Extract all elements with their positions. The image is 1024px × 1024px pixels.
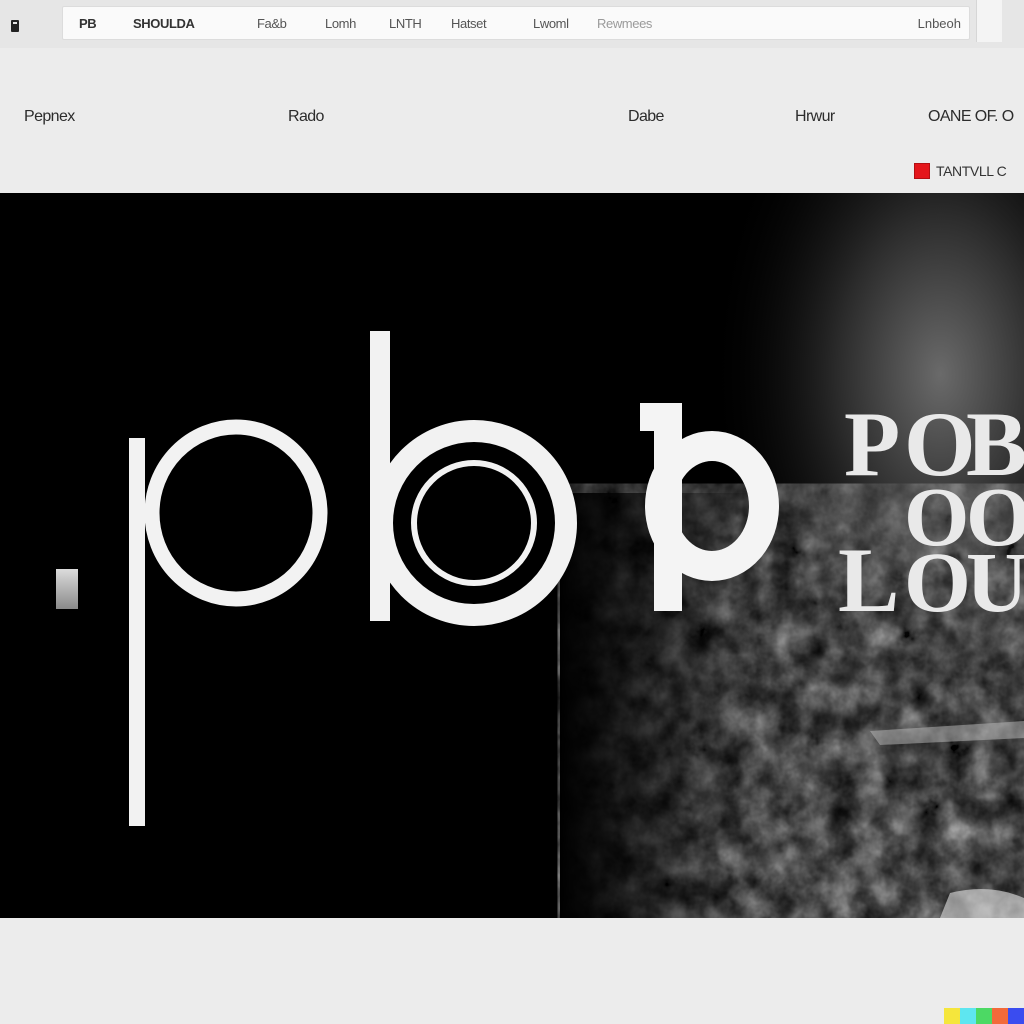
logo-letter-b <box>370 331 577 626</box>
color-swatch <box>1008 1008 1024 1024</box>
sign-in-link[interactable]: Lnbeoh <box>918 16 961 31</box>
top-link-lomh[interactable]: Lomh <box>325 16 356 31</box>
nav-item-5[interactable]: OANE OF. O <box>928 108 1014 126</box>
region-selector[interactable]: TANTVLL C <box>914 160 1007 182</box>
nav-item-4[interactable]: Hrwur <box>795 108 835 126</box>
page-footer <box>0 918 1024 1024</box>
top-link-pb[interactable]: PB <box>79 16 97 31</box>
hero-banner: P O B O O L O U <box>0 193 1024 918</box>
stack-letter: L <box>838 529 899 631</box>
color-swatch <box>944 1008 960 1024</box>
top-link-hatset[interactable]: Hatset <box>451 16 487 31</box>
top-link-fab[interactable]: Fa&b <box>257 16 287 31</box>
browser-toolbar: PB SHOULDA Fa&b Lomh LNTH Hatset Lwoml R… <box>0 0 1024 48</box>
stack-letter: O <box>904 534 971 630</box>
top-link-bar: PB SHOULDA Fa&b Lomh LNTH Hatset Lwoml R… <box>62 6 970 40</box>
window-scrollbar[interactable] <box>976 0 1002 42</box>
color-swatch <box>960 1008 976 1024</box>
top-link-rewmees[interactable]: Rewmees <box>597 16 652 31</box>
hero-artwork: P O B O O L O U <box>56 193 1024 918</box>
nav-item-3[interactable]: Dabe <box>628 108 664 126</box>
stack-letter: P <box>844 393 900 495</box>
top-link-shoulda[interactable]: SHOULDA <box>133 16 195 31</box>
color-swatch <box>992 1008 1008 1024</box>
top-link-lwoml[interactable]: Lwoml <box>533 16 569 31</box>
color-swatch <box>976 1008 992 1024</box>
logo-dot <box>56 569 78 609</box>
flag-icon <box>914 163 930 179</box>
region-label: TANTVLL C <box>936 163 1007 179</box>
color-strip <box>944 1008 1024 1024</box>
nav-item-1[interactable]: Pepnex <box>24 108 75 126</box>
menu-icon[interactable] <box>10 18 20 34</box>
nav-item-2[interactable]: Rado <box>288 108 324 126</box>
stack-letter: U <box>966 534 1024 630</box>
logo-letter-p <box>129 419 328 826</box>
top-link-lnth[interactable]: LNTH <box>389 16 422 31</box>
site-header: Pepnex Rado Dabe Hrwur OANE OF. O TANTVL… <box>0 48 1024 193</box>
